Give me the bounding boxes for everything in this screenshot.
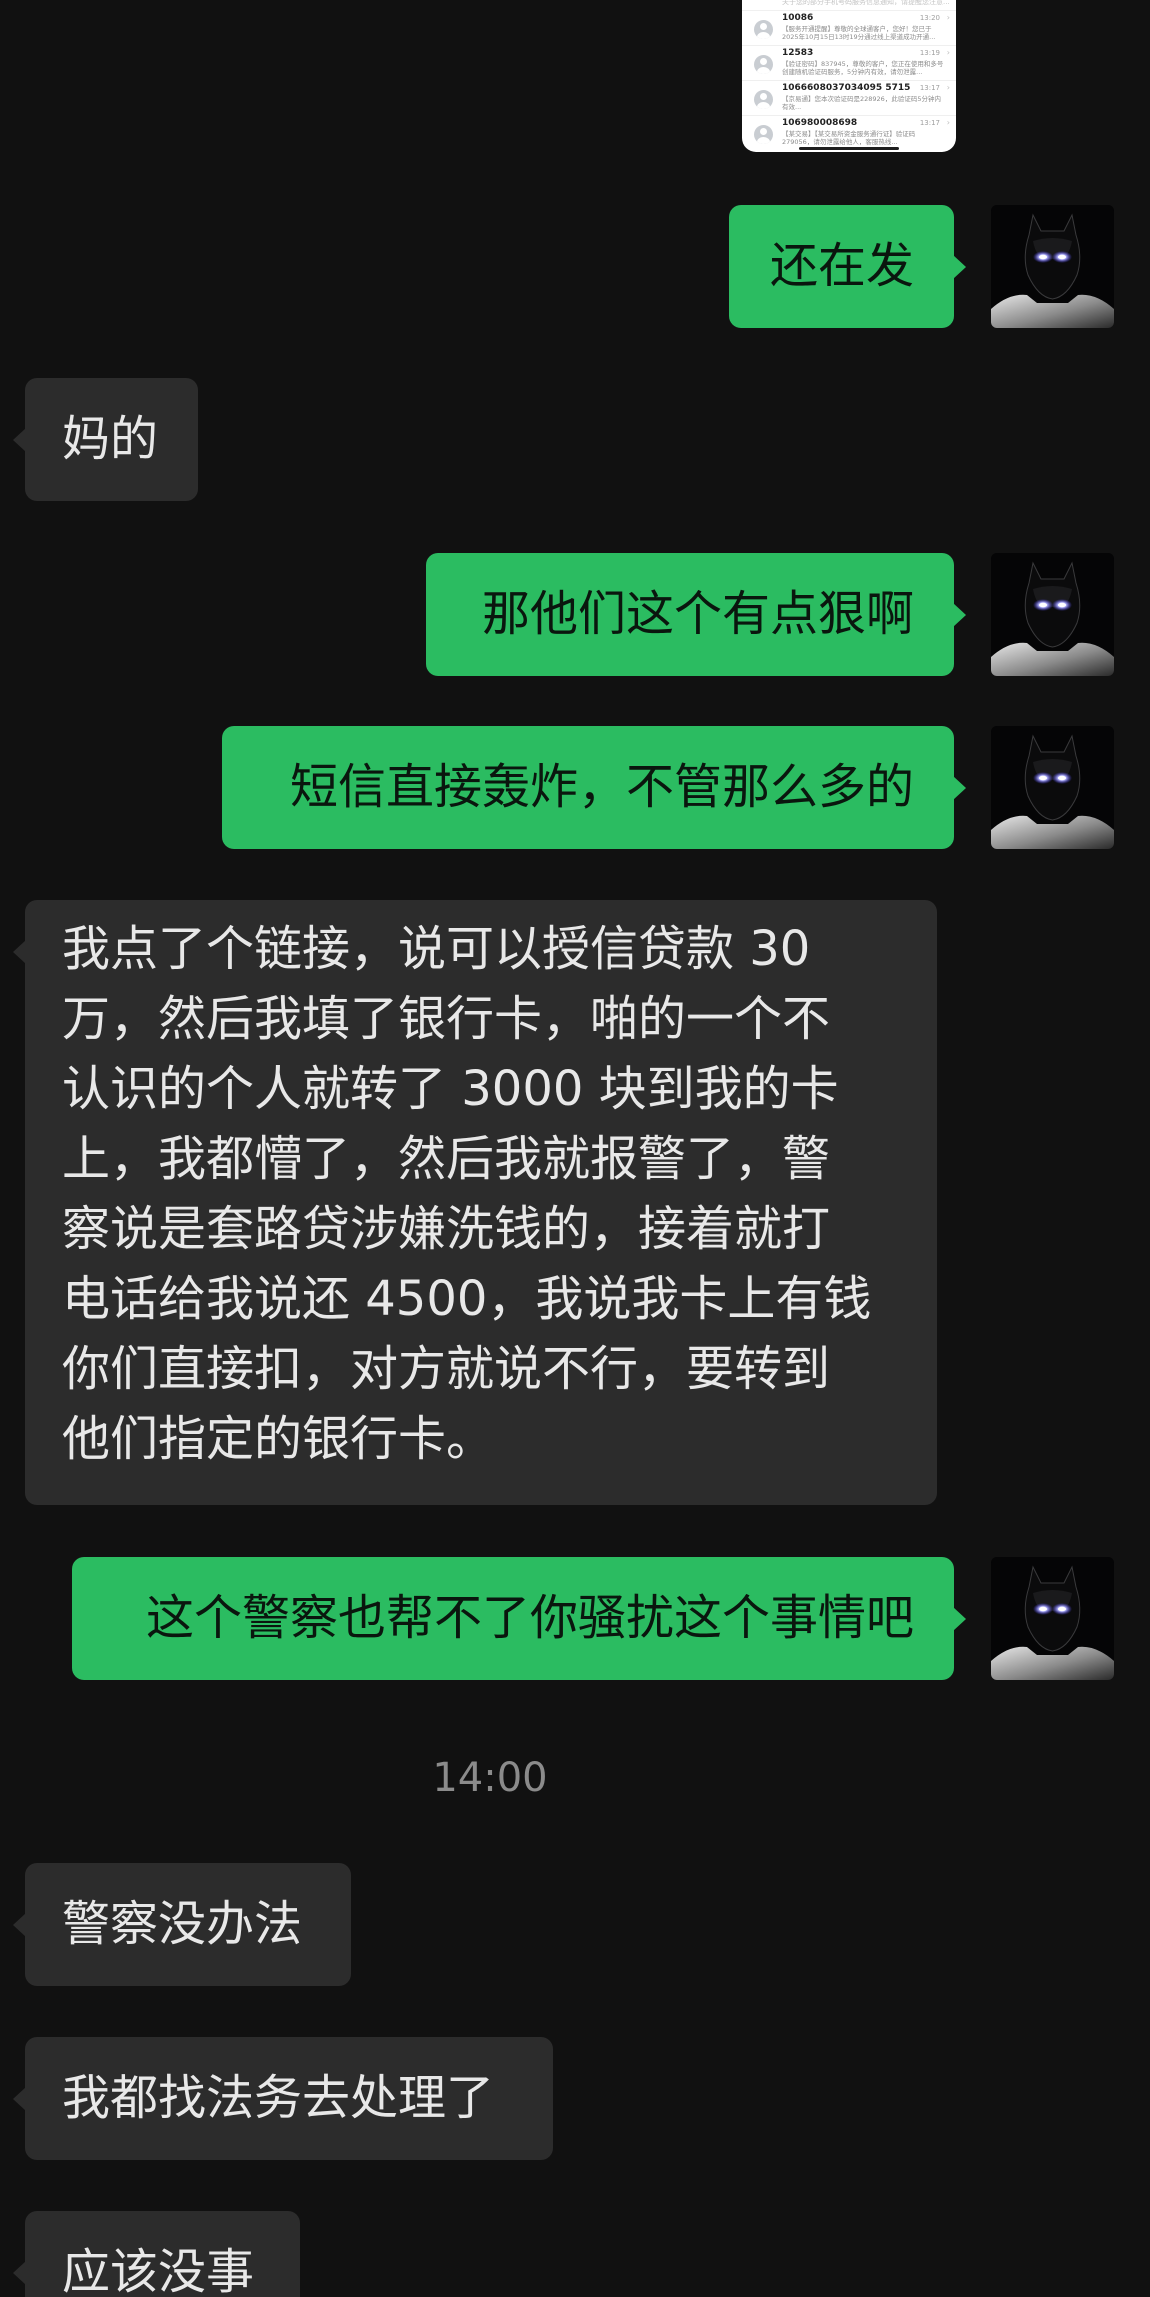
message-text: 那他们这个有点狠啊 [481, 586, 914, 642]
contact-avatar-icon [754, 55, 773, 74]
sms-snippet: 【验证密码】837945，尊敬的客户，您正在使用和多号创建随机验证码服务，5分钟… [782, 60, 944, 76]
chevron-right-icon: › [946, 118, 950, 127]
batman-avatar-icon[interactable] [991, 553, 1114, 676]
message-row-incoming: 我都找法务去处理了 [0, 2037, 1150, 2160]
message-row-outgoing: 短信直接轰炸，不管那么多的 [0, 726, 1150, 849]
sms-snippet: 【服务开通提醒】尊敬的全球通客户，您好！您已于2025年10月15日13时19分… [782, 25, 936, 41]
shared-screenshot-image[interactable]: 关于您的部分手机号码服务信息通知，请提醒您注意... 10086 13:20 ›… [742, 0, 956, 152]
sms-snippet: 【京易通】您本次验证码是228926，此验证码5分钟内有效... [782, 95, 941, 111]
message-text-line: 你们直接扣，对方就说不行，要转到 [62, 1341, 831, 1397]
message-text-line: 他们指定的银行卡。 [62, 1411, 495, 1467]
sms-sender: 106980008698 [782, 118, 858, 128]
chat-timestamp: 14:00 [432, 1755, 548, 1801]
sms-sender: 10086 [782, 13, 814, 23]
sms-sender: 1066608037034095 5715 [782, 83, 911, 93]
sms-list-item: 12583 13:19 › 【验证密码】837945，尊敬的客户，您正在使用和多… [742, 46, 956, 81]
message-text-line: 上，我都懵了，然后我就报警了，警 [62, 1131, 831, 1187]
batman-avatar-icon[interactable] [991, 205, 1114, 328]
message-text: 警察没办法 [62, 1896, 303, 1952]
sms-time: 13:19 [919, 49, 940, 57]
message-bubble-outgoing[interactable]: 还在发 [729, 205, 966, 328]
message-bubble-incoming[interactable]: 妈的 [13, 378, 198, 501]
message-text: 我都找法务去处理了 [62, 2070, 495, 2126]
message-row-outgoing: 那他们这个有点狠啊 [0, 553, 1150, 676]
sms-list-item: 1066608037034095 5715 13:17 › 【京易通】您本次验证… [742, 81, 956, 116]
sms-time: 13:17 [919, 84, 940, 92]
sms-list-item: 10086 13:20 › 【服务开通提醒】尊敬的全球通客户，您好！您已于202… [742, 11, 956, 46]
message-bubble-incoming[interactable]: 应该没事 [13, 2211, 300, 2297]
message-text-line: 察说是套路贷涉嫌洗钱的，接着就打 [62, 1201, 831, 1257]
message-bubble-incoming[interactable]: 我都找法务去处理了 [13, 2037, 553, 2160]
message-text-line: 万，然后我填了银行卡，啪的一个不 [62, 991, 831, 1047]
message-text-line: 电话给我说还 4500，我说我卡上有钱 [62, 1271, 872, 1327]
contact-avatar-icon [754, 125, 773, 144]
message-text: 这个警察也帮不了你骚扰这个事情吧 [145, 1590, 914, 1646]
chevron-right-icon: › [946, 13, 950, 22]
sms-time: 13:17 [919, 119, 940, 127]
message-text: 妈的 [62, 411, 159, 467]
message-row-incoming: 妈的 [0, 378, 1150, 501]
message-row-incoming: 应该没事 [0, 2211, 1150, 2297]
contact-avatar-icon [754, 20, 773, 39]
message-text: 应该没事 [62, 2244, 255, 2297]
message-text-line: 我点了个链接，说可以授信贷款 30 [62, 921, 811, 977]
message-text: 短信直接轰炸，不管那么多的 [289, 759, 914, 815]
home-indicator [799, 147, 899, 150]
message-row-incoming: 我点了个链接，说可以授信贷款 30 万，然后我填了银行卡，啪的一个不 认识的个人… [0, 900, 1150, 1505]
chevron-right-icon: › [946, 83, 950, 92]
message-row-incoming: 警察没办法 [0, 1863, 1150, 1986]
message-text-line: 认识的个人就转了 3000 块到我的卡 [62, 1061, 839, 1117]
sms-sender: 12583 [782, 48, 814, 58]
message-bubble-outgoing[interactable]: 那他们这个有点狠啊 [426, 553, 966, 676]
sms-time: 13:20 [919, 14, 940, 22]
shared-screenshot-peek: 关于您的部分手机号码服务信息通知，请提醒您注意... [742, 0, 956, 11]
message-row-outgoing: 还在发 [0, 205, 1150, 328]
batman-avatar-icon[interactable] [991, 726, 1114, 849]
message-text: 还在发 [769, 238, 914, 294]
message-bubble-incoming[interactable]: 警察没办法 [13, 1863, 351, 1986]
message-bubble-outgoing[interactable]: 短信直接轰炸，不管那么多的 [222, 726, 966, 849]
chevron-right-icon: › [946, 48, 950, 57]
sms-snippet: 【某交易】【某交易所资金服务通行证】验证码279056，请勿泄露给他人，客服热线… [782, 130, 916, 146]
message-bubble-incoming[interactable]: 我点了个链接，说可以授信贷款 30 万，然后我填了银行卡，啪的一个不 认识的个人… [13, 900, 937, 1505]
message-bubble-outgoing[interactable]: 这个警察也帮不了你骚扰这个事情吧 [72, 1557, 966, 1680]
contact-avatar-icon [754, 90, 773, 109]
sms-list-item: 106980008698 13:17 › 【某交易】【某交易所资金服务通行证】验… [742, 116, 956, 151]
message-row-outgoing: 这个警察也帮不了你骚扰这个事情吧 [0, 1557, 1150, 1680]
batman-avatar-icon[interactable] [991, 1557, 1114, 1680]
